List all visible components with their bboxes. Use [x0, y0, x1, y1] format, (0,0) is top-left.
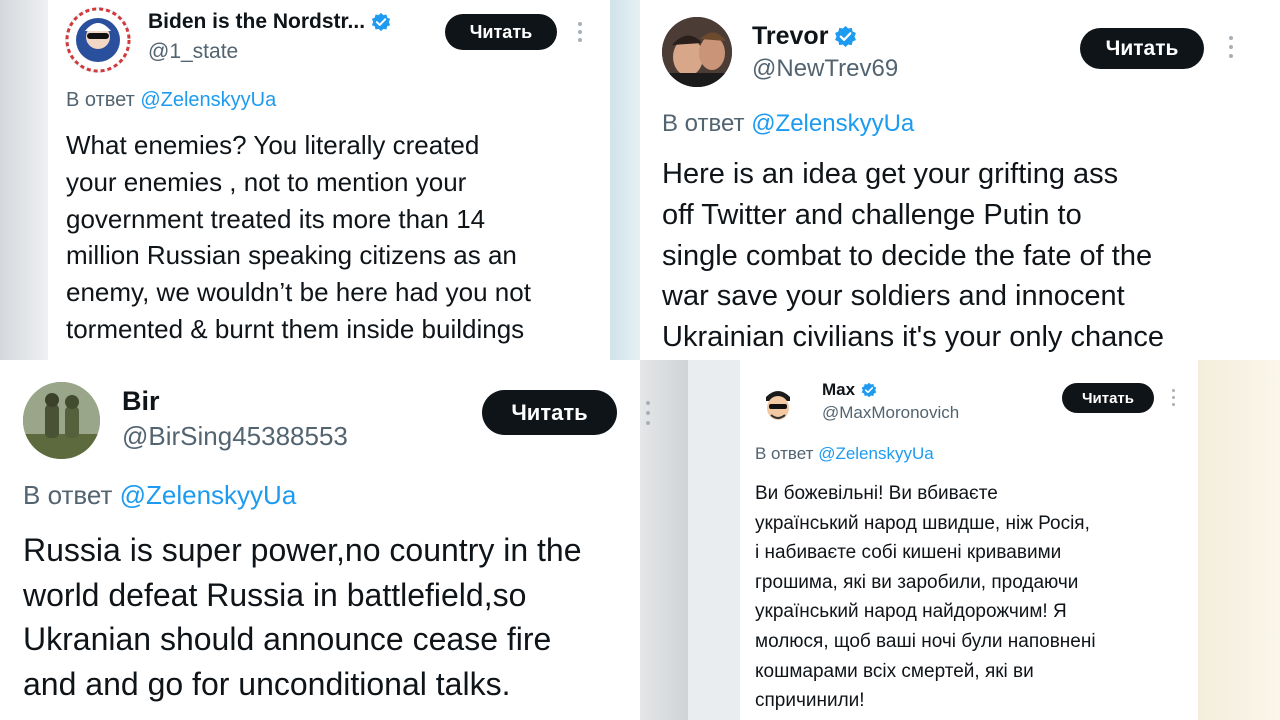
background-blur	[0, 0, 48, 360]
tweet-text-line: Here is an idea get your grifting ass	[662, 158, 1119, 190]
verified-badge-icon	[861, 382, 877, 398]
tweet-text-line: Russia is super power,no country in the	[23, 532, 582, 568]
verified-badge-icon	[371, 12, 391, 32]
reply-prefix: В ответ	[755, 444, 814, 463]
tweet-text: Here is an idea get your grifting ass of…	[662, 154, 1164, 358]
user-handle[interactable]: @MaxMoronovich	[822, 403, 959, 423]
reply-prefix: В ответ	[662, 110, 745, 137]
tweet-text-line: Ви божевільні! Ви вбиваєте	[755, 483, 998, 504]
tweet-text-line: What enemies? You literally created	[66, 130, 480, 160]
tweet-text-line: your enemies , not to mention your	[66, 166, 467, 197]
follow-button[interactable]: Читать	[1080, 28, 1204, 69]
tweet-text-line: government treated its more than 14	[66, 203, 486, 234]
tweet-text-line: Ukranian should announce cease fire	[23, 621, 552, 658]
tweet-text-line: off Twitter and challenge Putin to	[662, 198, 1082, 231]
display-name[interactable]: Trevor	[752, 22, 857, 51]
tweet-card: Max @MaxMoronovich Читать В ответ @Zelen…	[740, 360, 1198, 720]
reply-prefix: В ответ	[66, 89, 135, 111]
tweet-text-line: молюся, щоб ваші ночі були наповнені	[755, 630, 1096, 652]
more-options-icon[interactable]	[1228, 36, 1234, 60]
reply-mention-link[interactable]: @ZelenskyyUa	[140, 89, 276, 111]
tweet-text-line: український народ найдорожчим! Я	[755, 601, 1067, 623]
verified-badge-icon	[835, 26, 857, 47]
more-options-icon[interactable]	[645, 401, 651, 427]
background-blur	[1198, 360, 1280, 720]
cartoon-avatar-icon[interactable]	[754, 381, 802, 429]
reply-context: В ответ @ZelenskyyUa	[755, 444, 934, 464]
user-handle[interactable]: @1_state	[148, 40, 238, 64]
display-name[interactable]: Max	[822, 380, 877, 400]
display-name-text: Biden is the Nordstr...	[148, 10, 366, 33]
reply-context: В ответ @ZelenskyyUa	[662, 110, 914, 138]
reply-context: В ответ @ZelenskyyUa	[66, 89, 276, 112]
user-handle[interactable]: @BirSing45388553	[122, 421, 348, 452]
tweet-card: Biden is the Nordstr... @1_state Читать …	[48, 0, 610, 360]
tweet-text-line: український народ швидше, ніж Росія,	[755, 512, 1090, 534]
follow-button[interactable]: Читать	[1062, 383, 1154, 413]
reply-mention-link[interactable]: @ZelenskyyUa	[818, 444, 934, 463]
tweet-text-line: world defeat Russia in battlefield,so	[23, 576, 527, 613]
tweet-text: What enemies? You literally created your…	[66, 127, 531, 348]
tweet-text-line: грошима, які ви заробили, продаючи	[755, 571, 1079, 593]
display-name[interactable]: Biden is the Nordstr...	[148, 10, 391, 34]
reply-mention-link[interactable]: @ZelenskyyUa	[120, 480, 297, 510]
tweet-text-line: single combat to decide the fate of the	[662, 239, 1153, 272]
tweet-text-line: enemy, we wouldn’t be here had you not	[66, 277, 531, 308]
reply-prefix: В ответ	[23, 480, 113, 510]
tweet-card: Trevor @NewTrev69 Читать В ответ @Zelens…	[640, 0, 1280, 360]
tweet-text-line: war save your soldiers and innocent	[662, 280, 1125, 313]
tweet-text-line: and and go for unconditional talks.	[23, 665, 511, 702]
mascot-avatar-icon[interactable]	[65, 7, 131, 73]
display-name[interactable]: Bir	[122, 386, 160, 417]
tweet-text-line: Ukrainian civilians it's your only chanc…	[662, 321, 1164, 354]
soldiers-avatar-icon[interactable]	[23, 382, 100, 459]
selfie-avatar-icon[interactable]	[662, 17, 732, 87]
tweet-text-line: кошмарами всіх смертей, які ви	[755, 660, 1034, 682]
display-name-text: Max	[822, 380, 856, 399]
tweet-text-line: million Russian speaking citizens as an	[66, 240, 517, 271]
follow-button[interactable]: Читать	[482, 390, 617, 435]
tweet-text-line: і набиваєте собі кишені кривавими	[755, 542, 1062, 564]
reply-mention-link[interactable]: @ZelenskyyUa	[751, 110, 914, 137]
follow-button[interactable]: Читать	[445, 14, 557, 50]
background-blur	[610, 0, 640, 360]
tweet-text: Russia is super power,no country in the …	[23, 528, 582, 706]
display-name-text: Bir	[122, 386, 160, 416]
tweet-text-line: tormented & burnt them inside buildings	[66, 313, 525, 344]
more-options-icon[interactable]	[577, 22, 583, 44]
tweet-text: Ви божевільні! Ви вбиваєте український н…	[755, 479, 1096, 716]
user-handle[interactable]: @NewTrev69	[752, 55, 898, 83]
tweet-card: Bir @BirSing45388553 Читать В ответ @Zel…	[0, 360, 640, 720]
display-name-text: Trevor	[752, 22, 829, 50]
reply-context: В ответ @ZelenskyyUa	[23, 480, 296, 511]
more-options-icon[interactable]	[1171, 389, 1177, 407]
tweet-text-line: спричинили!	[755, 690, 865, 712]
